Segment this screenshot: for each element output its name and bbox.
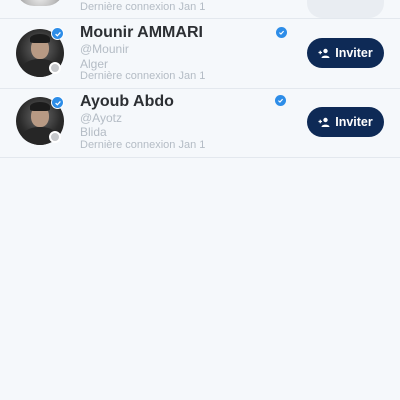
invite-button[interactable]: Inviter <box>307 107 384 137</box>
invite-button[interactable]: Inviter <box>307 38 384 68</box>
user-handle: @Ayotz <box>80 111 122 125</box>
verified-icon <box>51 27 64 40</box>
divider <box>0 157 400 158</box>
invite-button-partial[interactable] <box>307 0 384 18</box>
invite-button-label: Inviter <box>335 46 373 60</box>
list-item-partial[interactable]: Dernière connexion Jan 1 <box>0 0 400 18</box>
verified-icon <box>51 96 64 109</box>
last-seen-text: Dernière connexion Jan 1 <box>80 1 206 13</box>
avatar <box>16 0 64 6</box>
offline-status-icon <box>49 62 61 74</box>
offline-status-icon <box>49 131 61 143</box>
user-name: Mounir AMMARI <box>80 24 203 41</box>
user-city: Alger <box>80 57 109 71</box>
list-item[interactable]: Ayoub Abdo @Ayotz Blida Dernière connexi… <box>0 89 400 158</box>
last-seen-text: Dernière connexion Jan 1 <box>80 139 206 151</box>
user-handle: @Mounir <box>80 42 129 56</box>
user-city: Blida <box>80 125 107 139</box>
user-name: Ayoub Abdo <box>80 93 174 110</box>
verified-check-icon <box>275 95 286 106</box>
invite-button-label: Inviter <box>335 115 373 129</box>
add-user-icon <box>318 117 330 127</box>
verified-check-icon <box>276 27 287 38</box>
list-item[interactable]: Mounir AMMARI @Mounir Alger Dernière con… <box>0 19 400 88</box>
add-user-icon <box>318 48 330 58</box>
last-seen-text: Dernière connexion Jan 1 <box>80 70 206 82</box>
